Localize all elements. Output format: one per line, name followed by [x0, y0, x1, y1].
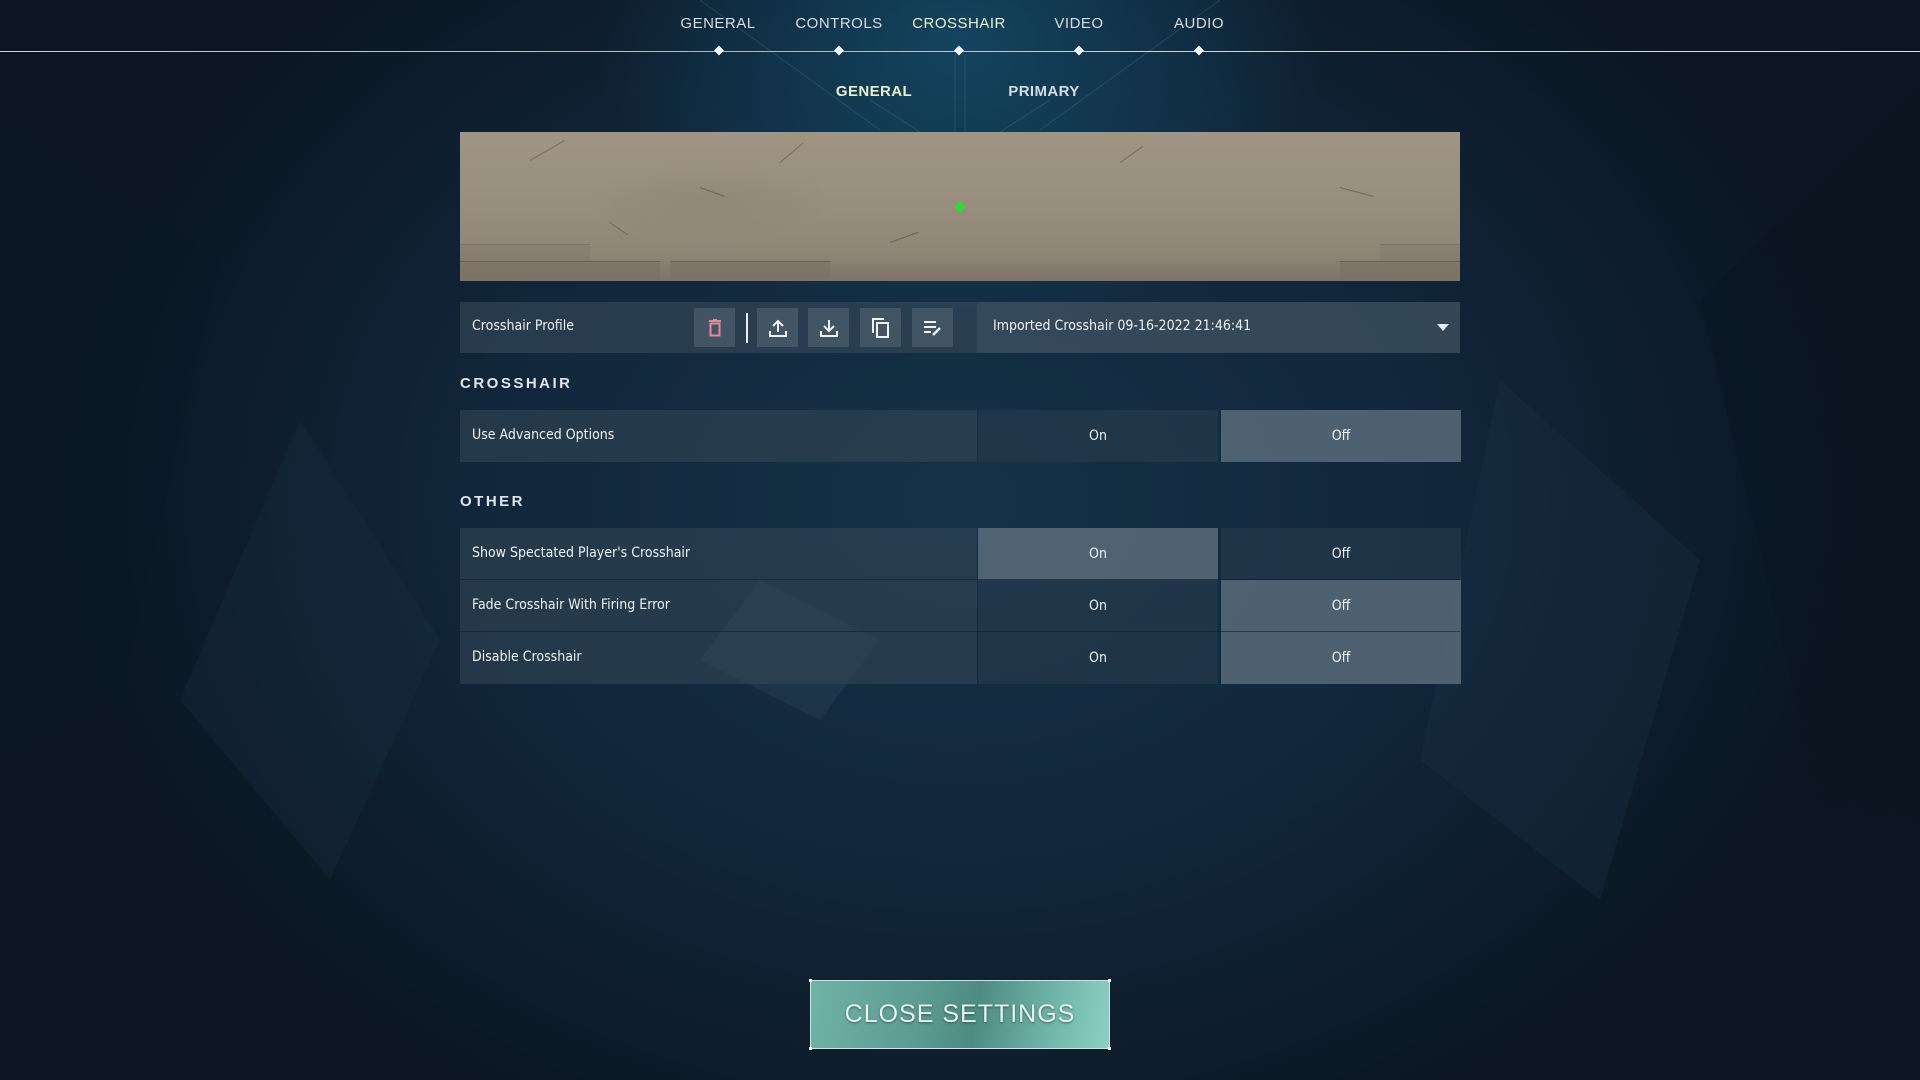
tab-marker-icon [954, 45, 964, 56]
crosshair-reticle-icon [955, 202, 965, 212]
edit-list-icon [923, 320, 941, 336]
upload-icon [768, 319, 787, 337]
option-off[interactable]: Off [1221, 632, 1461, 684]
tab-controls[interactable]: CONTROLS [795, 15, 882, 32]
trash-icon [708, 318, 721, 336]
tab-crosshair[interactable]: CROSSHAIR [912, 15, 1006, 32]
import-profile-button[interactable] [808, 308, 849, 347]
subtab-primary[interactable]: PRIMARY [1008, 83, 1079, 100]
setting-label: Show Spectated Player's Crosshair [472, 545, 691, 561]
setting-row-use-advanced-options: Use Advanced Options On Off [460, 410, 1461, 462]
copy-profile-button[interactable] [860, 308, 901, 347]
crosshair-profile-dropdown[interactable]: Imported Crosshair 09-16-2022 21:46:41 [977, 302, 1460, 353]
crosshair-profile-label: Crosshair Profile [472, 318, 574, 334]
tab-marker-icon [834, 45, 844, 56]
tab-marker-icon [714, 45, 724, 56]
tab-general[interactable]: GENERAL [680, 15, 755, 32]
tab-audio[interactable]: AUDIO [1174, 15, 1224, 32]
setting-row-show-spectated-crosshair: Show Spectated Player's Crosshair On Off [460, 528, 1461, 580]
setting-row-disable-crosshair: Disable Crosshair On Off [460, 632, 1461, 684]
option-off[interactable]: Off [1221, 580, 1461, 632]
delete-profile-button[interactable] [694, 308, 735, 347]
setting-label: Fade Crosshair With Firing Error [472, 597, 670, 613]
toolbar-divider [746, 313, 748, 343]
setting-label: Disable Crosshair [472, 649, 582, 665]
option-on[interactable]: On [978, 528, 1218, 580]
export-profile-button[interactable] [757, 308, 798, 347]
rename-profile-button[interactable] [912, 308, 953, 347]
option-off[interactable]: Off [1221, 528, 1461, 580]
option-on[interactable]: On [978, 580, 1218, 632]
tab-video[interactable]: VIDEO [1054, 15, 1103, 32]
option-off[interactable]: Off [1221, 410, 1461, 462]
crosshair-preview [460, 132, 1460, 281]
close-settings-label: CLOSE SETTINGS [844, 1000, 1076, 1028]
setting-row-fade-crosshair-firing-error: Fade Crosshair With Firing Error On Off [460, 580, 1461, 632]
setting-label: Use Advanced Options [472, 427, 615, 443]
tab-marker-icon [1194, 45, 1204, 56]
section-title-crosshair: CROSSHAIR [460, 375, 573, 392]
subtab-general[interactable]: GENERAL [836, 83, 912, 100]
option-on[interactable]: On [978, 410, 1218, 462]
close-settings-button[interactable]: CLOSE SETTINGS [809, 979, 1111, 1050]
copy-icon [871, 317, 889, 338]
section-title-other: OTHER [460, 493, 525, 510]
chevron-down-icon [1437, 324, 1449, 331]
option-on[interactable]: On [978, 632, 1218, 684]
tab-marker-icon [1074, 45, 1084, 56]
download-icon [819, 319, 838, 337]
selected-profile: Imported Crosshair 09-16-2022 21:46:41 [993, 318, 1252, 334]
crosshair-profile-row: Crosshair Profile Imported Crosshair 09-… [460, 302, 1460, 353]
